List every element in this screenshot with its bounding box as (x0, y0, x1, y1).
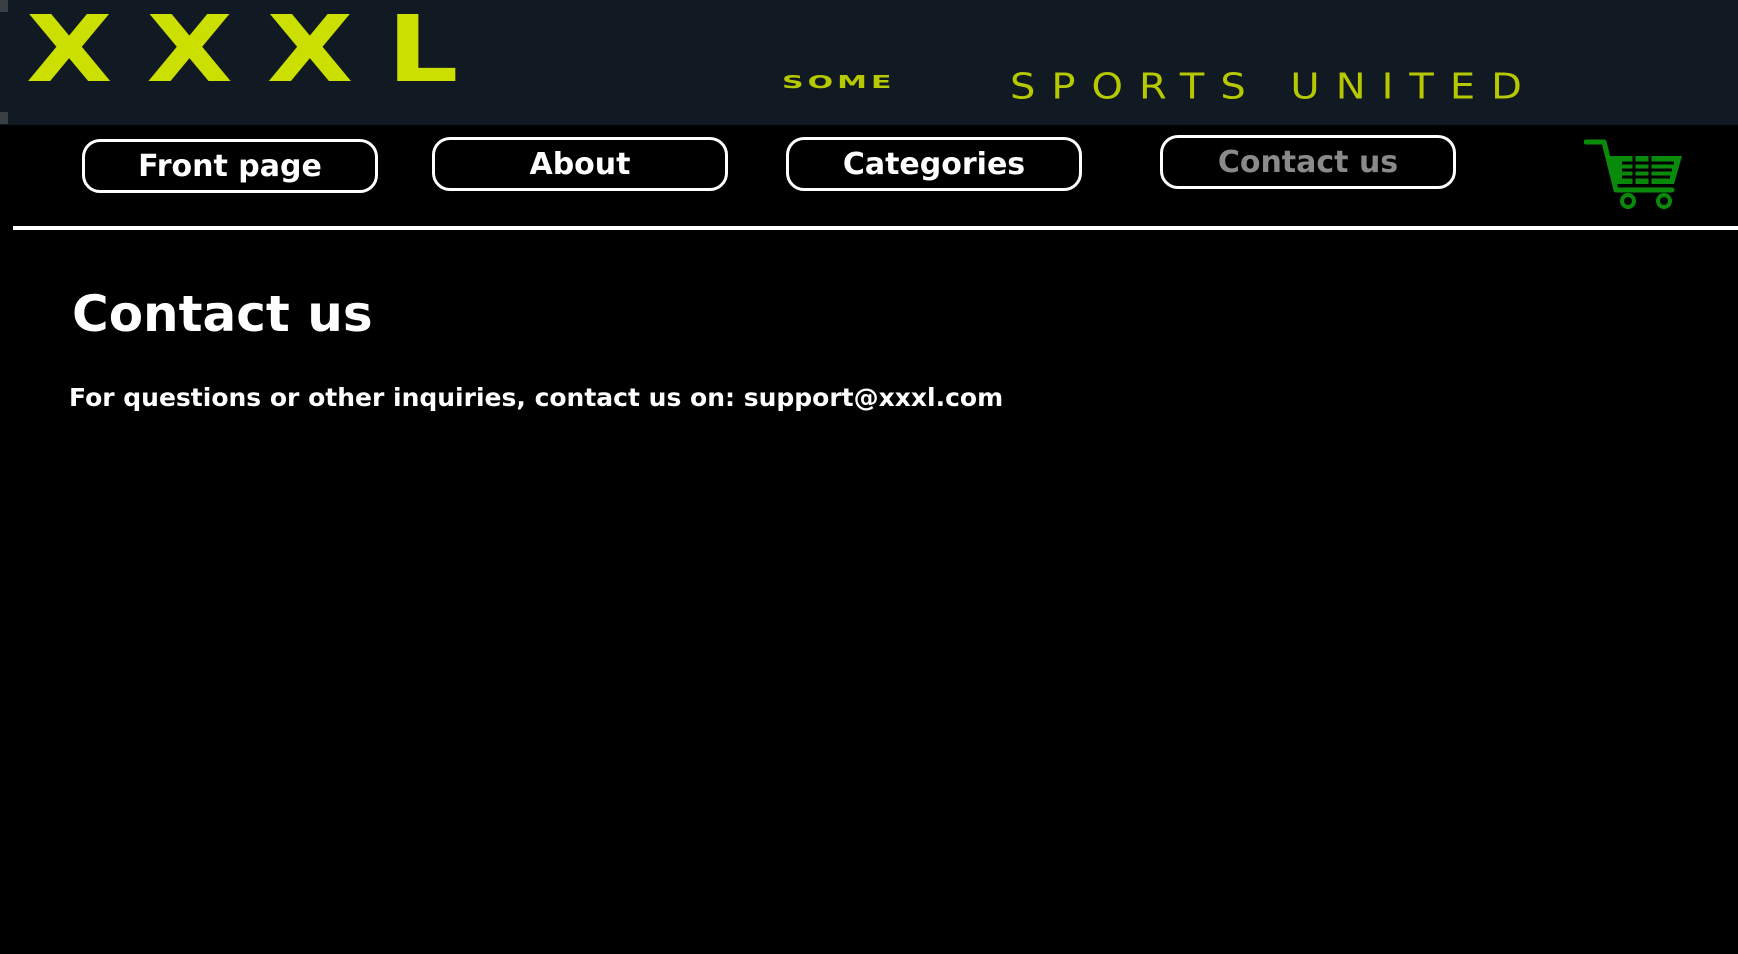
nav-divider (13, 226, 1738, 230)
header-banner: XXXL SOME SPORTS UNITED (0, 0, 1738, 125)
corner-mark (0, 0, 8, 12)
shopping-cart-icon-svg (1583, 139, 1682, 209)
shopping-cart-icon[interactable] (1583, 138, 1686, 210)
contact-info-text: For questions or other inquiries, contac… (69, 383, 1004, 412)
corner-mark (0, 112, 8, 124)
nav-contact-us-button[interactable]: Contact us (1160, 135, 1456, 189)
page-title: Contact us (72, 285, 373, 343)
tagline-some: SOME (782, 72, 896, 93)
tagline-sports-united: SPORTS UNITED (1010, 66, 1538, 108)
nav-categories-button[interactable]: Categories (786, 137, 1082, 191)
nav-about-button[interactable]: About (432, 137, 728, 191)
site-logo[interactable]: XXXL (26, 4, 746, 96)
nav-front-page-button[interactable]: Front page (82, 139, 378, 193)
